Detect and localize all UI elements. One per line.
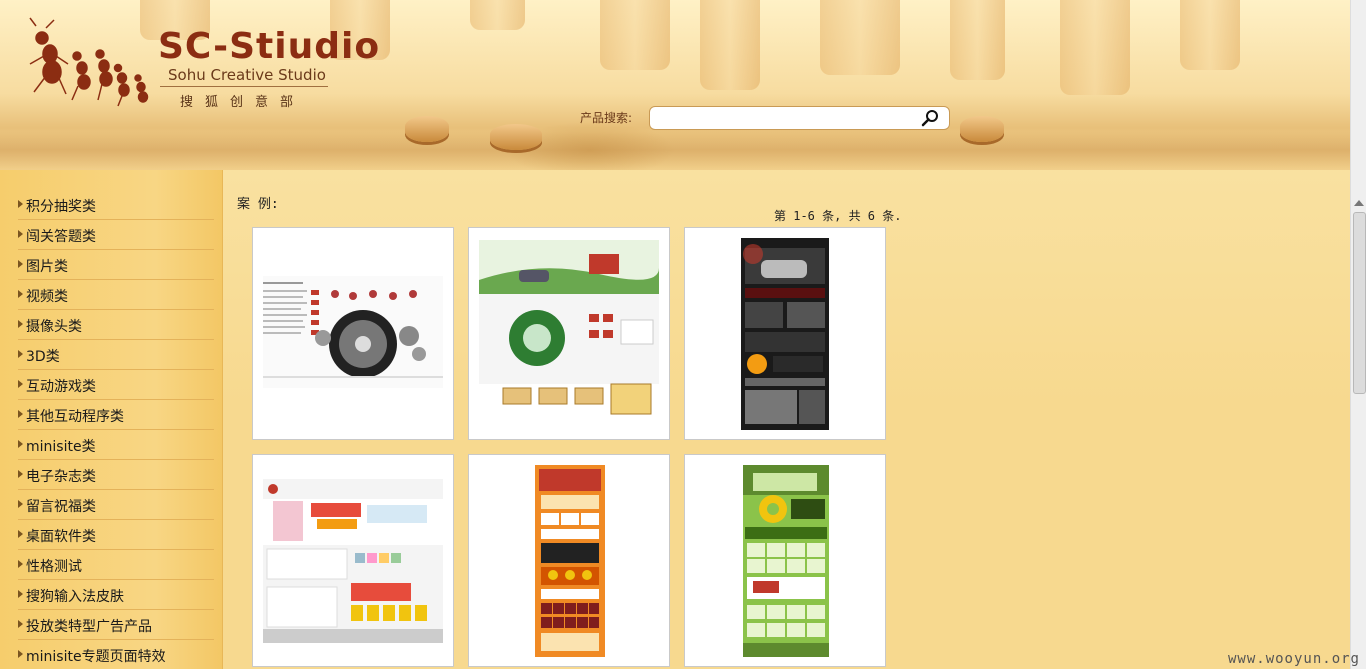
sidebar-item-minisite[interactable]: minisite类 xyxy=(18,430,214,460)
sidebar-item-interactive-game[interactable]: 互动游戏类 xyxy=(18,370,214,400)
sidebar-item-label: 其他互动程序类 xyxy=(26,409,124,425)
case-card-orange-event[interactable] xyxy=(468,454,670,667)
sidebar-item-guestbook[interactable]: 留言祝福类 xyxy=(18,490,214,520)
sidebar-item-label: 投放类特型广告产品 xyxy=(26,619,152,635)
sidebar-item-points-lottery[interactable]: 积分抽奖类 xyxy=(18,190,214,220)
ants-logo-icon xyxy=(29,17,149,107)
sidebar-item-label: 视频类 xyxy=(26,289,68,305)
chevron-right-icon xyxy=(18,560,23,568)
sidebar-item-e-magazine[interactable]: 电子杂志类 xyxy=(18,460,214,490)
chevron-right-icon xyxy=(18,380,23,388)
sidebar-item-label: 留言祝福类 xyxy=(26,499,96,515)
page: SC-Stiudio Sohu Creative Studio 搜狐创意部 产品… xyxy=(0,0,1350,669)
chevron-right-icon xyxy=(18,650,23,658)
case-card-bank-promo[interactable] xyxy=(252,454,454,667)
case-thumbnail xyxy=(535,465,605,657)
chevron-right-icon xyxy=(18,350,23,358)
chevron-right-icon xyxy=(18,620,23,628)
logo-title: SC-Stiudio xyxy=(158,26,381,67)
sidebar-item-camera[interactable]: 摄像头类 xyxy=(18,310,214,340)
case-thumbnail xyxy=(263,276,443,388)
sidebar-item-personality-test[interactable]: 性格测试 xyxy=(18,550,214,580)
case-thumbnail xyxy=(479,240,659,415)
case-card-green-game[interactable] xyxy=(684,454,886,667)
sidebar-item-sogou-skin[interactable]: 搜狗输入法皮肤 xyxy=(18,580,214,610)
sidebar-item-3d[interactable]: 3D类 xyxy=(18,340,214,370)
logo-subtitle: Sohu Creative Studio xyxy=(168,66,326,84)
sidebar-item-label: 摄像头类 xyxy=(26,319,82,335)
sidebar-item-label: minisite类 xyxy=(26,439,96,455)
watermark: www.wooyun.org xyxy=(1227,651,1360,667)
sidebar-item-minisite-effects[interactable]: minisite专题页面特效 xyxy=(18,640,214,669)
chevron-right-icon xyxy=(18,230,23,238)
chevron-right-icon xyxy=(18,590,23,598)
sidebar-item-label: 电子杂志类 xyxy=(26,469,96,485)
sidebar-item-desktop-software[interactable]: 桌面软件类 xyxy=(18,520,214,550)
sidebar-item-label: minisite专题页面特效 xyxy=(26,649,166,665)
chevron-right-icon xyxy=(18,440,23,448)
sidebar-item-label: 图片类 xyxy=(26,259,68,275)
result-count: 第 1-6 条, 共 6 条. xyxy=(774,209,902,223)
scroll-thumb[interactable] xyxy=(1353,212,1366,394)
sidebar-item-label: 性格测试 xyxy=(26,559,82,575)
chevron-right-icon xyxy=(18,320,23,328)
sidebar-item-label: 积分抽奖类 xyxy=(26,199,96,215)
search-icon[interactable] xyxy=(921,109,939,127)
sidebar-item-label: 互动游戏类 xyxy=(26,379,96,395)
chevron-right-icon xyxy=(18,200,23,208)
vertical-scrollbar[interactable] xyxy=(1350,0,1366,669)
sidebar-item-other-interactive[interactable]: 其他互动程序类 xyxy=(18,400,214,430)
search-box xyxy=(649,106,950,130)
case-thumbnail xyxy=(743,465,829,657)
sidebar-item-picture[interactable]: 图片类 xyxy=(18,250,214,280)
chevron-right-icon xyxy=(18,410,23,418)
case-thumbnail xyxy=(263,479,443,643)
chevron-right-icon xyxy=(18,530,23,538)
header-banner: SC-Stiudio Sohu Creative Studio 搜狐创意部 产品… xyxy=(0,0,1350,170)
sidebar-item-label: 3D类 xyxy=(26,349,60,365)
scroll-up-icon[interactable] xyxy=(1354,200,1364,206)
chevron-right-icon xyxy=(18,290,23,298)
search-label: 产品搜索: xyxy=(580,111,633,125)
search-input[interactable] xyxy=(658,109,912,129)
case-card-dark-car[interactable] xyxy=(684,227,886,440)
sidebar-item-label: 搜狗输入法皮肤 xyxy=(26,589,124,605)
sidebar: 积分抽奖类 闯关答题类 图片类 视频类 摄像头类 3D类 互动游戏类 其他互动程… xyxy=(0,170,223,669)
chevron-right-icon xyxy=(18,470,23,478)
sidebar-item-video[interactable]: 视频类 xyxy=(18,280,214,310)
chevron-right-icon xyxy=(18,500,23,508)
chevron-right-icon xyxy=(18,260,23,268)
sidebar-item-special-ads[interactable]: 投放类特型广告产品 xyxy=(18,610,214,640)
case-card-tire-promo[interactable] xyxy=(252,227,454,440)
sidebar-item-quiz[interactable]: 闯关答题类 xyxy=(18,220,214,250)
sidebar-item-label: 闯关答题类 xyxy=(26,229,96,245)
logo-chinese-name: 搜狐创意部 xyxy=(180,95,306,110)
sidebar-item-label: 桌面软件类 xyxy=(26,529,96,545)
case-thumbnail xyxy=(741,238,829,430)
case-card-green-car[interactable] xyxy=(468,227,670,440)
logo-divider xyxy=(160,86,328,87)
section-label: 案 例: xyxy=(237,197,279,212)
